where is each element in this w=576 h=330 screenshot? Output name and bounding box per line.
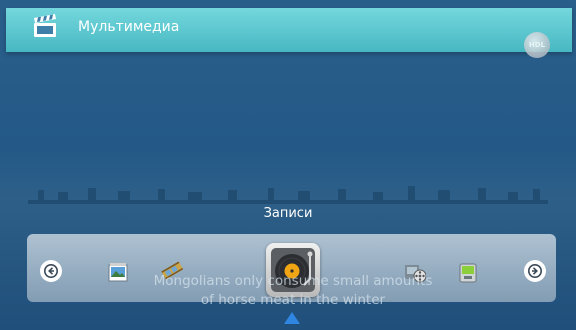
next-button[interactable] — [524, 260, 546, 282]
subtitle-line-1: Mongolians only consume small amounts — [153, 273, 433, 289]
page-title: Мультимедиа — [78, 19, 180, 35]
selected-item-label: Записи — [263, 206, 313, 221]
arrow-right-icon — [528, 264, 542, 278]
hdl-logo: HDL — [524, 32, 550, 58]
media-player-icon[interactable] — [457, 262, 479, 284]
previous-button[interactable] — [40, 260, 62, 282]
selection-pointer-icon — [284, 312, 300, 324]
arrow-left-icon — [44, 264, 58, 278]
photo-icon[interactable] — [107, 262, 129, 284]
video-subtitle: Mongolians only consume small amounts of… — [128, 272, 458, 310]
subtitle-line-2: of horse meat in the winter — [200, 292, 386, 308]
clapperboard-icon — [34, 14, 56, 37]
